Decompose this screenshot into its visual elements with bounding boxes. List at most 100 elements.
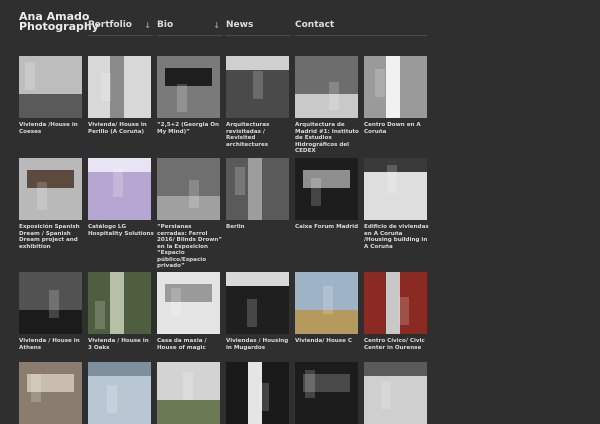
gallery-thumbnail[interactable]	[295, 158, 358, 220]
gallery-thumbnail[interactable]	[19, 272, 82, 334]
gallery-thumbnail[interactable]	[295, 362, 358, 424]
gallery-caption[interactable]: Edificio de viviendas en A Coruña /Housi…	[364, 224, 430, 250]
photo-detail	[226, 56, 289, 70]
gallery-item[interactable]: “2,5+2 (Georgia On My Mind)”	[157, 56, 220, 135]
gallery-caption[interactable]: “2,5+2 (Georgia On My Mind)”	[157, 122, 223, 135]
gallery-thumbnail[interactable]	[88, 272, 151, 334]
gallery-thumbnail[interactable]	[226, 272, 289, 334]
photo-detail	[31, 374, 41, 402]
gallery-thumbnail[interactable]	[226, 158, 289, 220]
gallery-thumbnail[interactable]	[226, 362, 289, 424]
photo-detail	[95, 301, 105, 329]
photo-detail	[226, 272, 289, 286]
gallery-caption[interactable]: Centro Cívico/ Civic Center in Ourense	[364, 338, 430, 351]
nav-portfolio[interactable]: Portfolio ↓	[88, 20, 153, 36]
gallery-thumbnail[interactable]	[157, 158, 220, 220]
nav-bio[interactable]: Bio ↓	[157, 20, 222, 36]
gallery-caption[interactable]: Centro Down en A Coruña	[364, 122, 430, 135]
nav-news[interactable]: News	[226, 20, 291, 36]
gallery-thumbnail[interactable]	[157, 56, 220, 118]
gallery-thumbnail[interactable]	[88, 158, 151, 220]
photo-detail	[88, 362, 151, 376]
gallery-caption[interactable]: Catálogo LG Hospitality Solutions	[88, 224, 154, 237]
gallery-thumbnail[interactable]	[364, 362, 427, 424]
photo-detail	[259, 383, 269, 411]
gallery-item[interactable]: Arquitecturas revisitadas / Revisited ar…	[226, 56, 289, 148]
photo-detail	[101, 73, 111, 101]
photo-detail	[189, 180, 199, 208]
photo-detail	[375, 69, 385, 97]
logo-line-2: Photography	[19, 20, 99, 33]
gallery-caption[interactable]: Vivienda/ House in Perillo (A Coruña)	[88, 122, 154, 135]
gallery-item[interactable]	[295, 362, 358, 424]
photo-detail	[19, 94, 82, 118]
gallery-item[interactable]	[226, 362, 289, 424]
photo-detail	[364, 362, 427, 376]
gallery-caption[interactable]: Vivienda/ House C	[295, 338, 361, 345]
gallery-item[interactable]: Centro Cívico/ Civic Center in Ourense	[364, 272, 427, 351]
gallery-item[interactable]	[88, 362, 151, 424]
gallery-thumbnail[interactable]	[19, 158, 82, 220]
site-logo[interactable]: Ana Amado Photography	[19, 11, 99, 33]
photo-detail	[235, 167, 245, 195]
gallery-thumbnail[interactable]	[157, 362, 220, 424]
gallery-caption[interactable]: Arquitectura de Madrid #1: Instituto de …	[295, 122, 361, 155]
gallery-item[interactable]: Vivienda/ House C	[295, 272, 358, 345]
gallery-item[interactable]: Vivienda/ House in Perillo (A Coruña)	[88, 56, 151, 135]
photo-detail	[107, 385, 117, 413]
photo-detail	[329, 82, 339, 110]
gallery-item[interactable]: Vivienda /House in Coeses	[19, 56, 82, 135]
photo-detail	[305, 370, 315, 398]
gallery-caption[interactable]: Berlin	[226, 224, 292, 231]
gallery-thumbnail[interactable]	[364, 272, 427, 334]
gallery-item[interactable]: Arquitectura de Madrid #1: Instituto de …	[295, 56, 361, 155]
photo-detail	[253, 71, 263, 99]
gallery-caption[interactable]: Vivienda / House in 3 Oaks	[88, 338, 154, 351]
gallery-item[interactable]: Caixa Forum Madrid	[295, 158, 358, 231]
photo-detail	[49, 290, 59, 318]
gallery-thumbnail[interactable]	[19, 56, 82, 118]
gallery-item[interactable]: Berlin	[226, 158, 289, 231]
gallery-caption[interactable]: Exposición Spanish Dream / Spanish Dream…	[19, 224, 85, 250]
gallery-thumbnail[interactable]	[226, 56, 289, 118]
gallery-item[interactable]: “Persianas cerradas: Ferrol 2016/ Blinds…	[157, 158, 223, 270]
photo-detail	[157, 400, 220, 424]
gallery-item[interactable]: Catálogo LG Hospitality Solutions	[88, 158, 154, 237]
gallery-caption[interactable]: Vivienda / House in Athens	[19, 338, 85, 351]
gallery-thumbnail[interactable]	[364, 56, 427, 118]
gallery-thumbnail[interactable]	[88, 362, 151, 424]
photo-detail	[171, 288, 181, 316]
nav-label: Contact	[295, 20, 335, 30]
gallery-thumbnail[interactable]	[88, 56, 151, 118]
photo-detail	[248, 158, 262, 220]
gallery-item[interactable]: Viviendas / Housing in Mugardos	[226, 272, 289, 351]
gallery-item[interactable]: Centro Down en A Coruña	[364, 56, 427, 135]
photo-detail	[25, 62, 35, 90]
photo-detail	[295, 94, 358, 118]
gallery-caption[interactable]: Vivienda /House in Coeses	[19, 122, 85, 135]
nav-contact[interactable]: Contact	[295, 20, 427, 36]
gallery-thumbnail[interactable]	[295, 56, 358, 118]
gallery-caption[interactable]: Caixa Forum Madrid	[295, 224, 361, 231]
photo-detail	[381, 381, 391, 409]
photo-detail	[165, 68, 212, 86]
gallery-item[interactable]: Edificio de viviendas en A Coruña /Housi…	[364, 158, 430, 250]
gallery-caption[interactable]: Arquitecturas revisitadas / Revisited ar…	[226, 122, 292, 148]
gallery-thumbnail[interactable]	[364, 158, 427, 220]
gallery-caption[interactable]: “Persianas cerradas: Ferrol 2016/ Blinds…	[157, 224, 223, 270]
gallery-thumbnail[interactable]	[295, 272, 358, 334]
gallery-item[interactable]	[364, 362, 427, 424]
photo-detail	[110, 56, 124, 118]
gallery-thumbnail[interactable]	[157, 272, 220, 334]
gallery-item[interactable]: Vivienda / House in Athens	[19, 272, 82, 351]
gallery-item[interactable]	[19, 362, 82, 424]
gallery-caption[interactable]: Viviendas / Housing in Mugardos	[226, 338, 292, 351]
gallery-caption[interactable]: Casa da maxia / House of magic	[157, 338, 223, 351]
gallery-thumbnail[interactable]	[19, 362, 82, 424]
photo-detail	[177, 84, 187, 112]
gallery-item[interactable]: Vivienda / House in 3 Oaks	[88, 272, 151, 351]
photo-detail	[27, 170, 74, 188]
gallery-item[interactable]	[157, 362, 220, 424]
gallery-item[interactable]: Casa da maxia / House of magic	[157, 272, 220, 351]
gallery-item[interactable]: Exposición Spanish Dream / Spanish Dream…	[19, 158, 82, 250]
